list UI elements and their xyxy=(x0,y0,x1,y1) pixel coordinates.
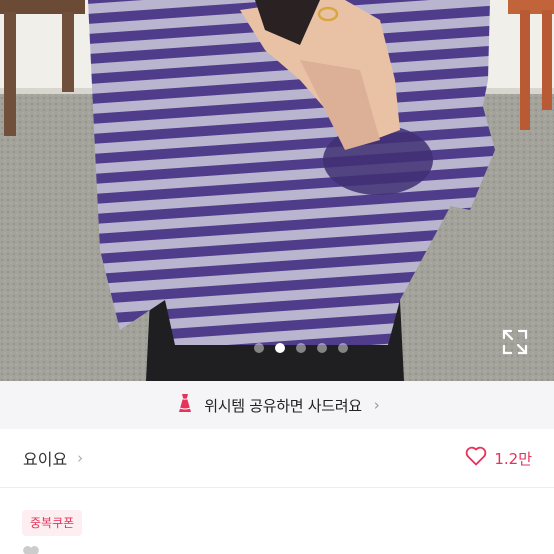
gallery-dot[interactable] xyxy=(338,343,348,353)
heart-icon xyxy=(22,545,40,554)
product-image xyxy=(0,0,554,381)
product-title-row xyxy=(22,545,46,554)
gallery-dot[interactable] xyxy=(254,343,264,353)
coupon-badge: 중복쿠폰 xyxy=(22,510,83,536)
expand-icon[interactable] xyxy=(500,327,530,357)
like-count: 1.2만 xyxy=(494,449,532,468)
chevron-right-icon: › xyxy=(77,449,84,467)
like-button[interactable]: 1.2만 xyxy=(465,446,532,470)
gallery-dot[interactable] xyxy=(317,343,327,353)
banner-text: 위시템 공유하면 사드려요 xyxy=(204,396,362,415)
chevron-right-icon: › xyxy=(373,396,380,414)
wishlist-share-banner[interactable]: 위시템 공유하면 사드려요 › xyxy=(0,381,554,429)
heart-outline-icon xyxy=(465,446,487,470)
shop-row: 요이요 › 1.2만 xyxy=(0,429,554,488)
gallery-dot[interactable] xyxy=(296,343,306,353)
shop-name[interactable]: 요이요 xyxy=(23,446,67,470)
dress-icon xyxy=(174,392,196,418)
gallery-dot-active[interactable] xyxy=(275,343,285,353)
product-photo[interactable] xyxy=(0,0,554,381)
gallery-pagination xyxy=(0,343,554,353)
